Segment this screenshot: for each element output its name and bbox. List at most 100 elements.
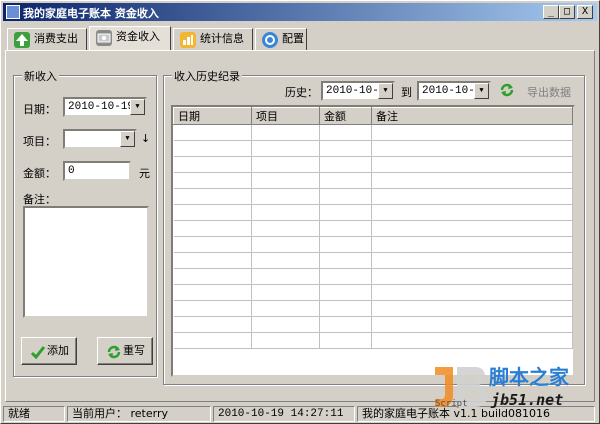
table-cell[interactable] — [251, 268, 320, 285]
tab-config[interactable]: 配置 — [255, 28, 307, 50]
table-row[interactable] — [173, 236, 573, 253]
table-cell[interactable] — [319, 220, 372, 237]
table-cell[interactable] — [319, 188, 372, 205]
note-label: 备注： — [23, 193, 56, 206]
minimize-button[interactable]: _ — [543, 5, 559, 19]
table-cell[interactable] — [173, 252, 252, 269]
table-cell[interactable] — [319, 172, 372, 189]
tab-income[interactable]: 资金收入 — [89, 26, 171, 50]
table-cell[interactable] — [319, 284, 372, 301]
table-cell[interactable] — [173, 204, 252, 221]
column-header-note[interactable]: 备注 — [371, 107, 573, 125]
table-cell[interactable] — [371, 316, 573, 333]
table-row[interactable] — [173, 284, 573, 301]
table-cell[interactable] — [371, 220, 573, 237]
table-cell[interactable] — [371, 204, 573, 221]
table-cell[interactable] — [319, 268, 372, 285]
table-cell[interactable] — [173, 284, 252, 301]
tab-statistics[interactable]: 统计信息 — [173, 28, 253, 50]
table-cell[interactable] — [371, 332, 573, 349]
amount-input[interactable]: 0 — [63, 161, 131, 181]
table-cell[interactable] — [251, 300, 320, 317]
table-cell[interactable] — [371, 140, 573, 157]
dropdown-arrow-icon[interactable]: ▼ — [474, 83, 489, 99]
history-table[interactable]: 日期 项目 金额 备注 — [171, 105, 575, 377]
table-cell[interactable] — [319, 156, 372, 173]
table-cell[interactable] — [319, 316, 372, 333]
tab-expense[interactable]: 消费支出 — [7, 28, 87, 50]
table-cell[interactable] — [371, 284, 573, 301]
table-row[interactable] — [173, 220, 573, 237]
column-header-date[interactable]: 日期 — [173, 107, 252, 125]
dropdown-arrow-icon[interactable]: ▼ — [120, 131, 135, 147]
title-bar[interactable]: 我的家庭电子账本 资金收入 _ □ X — [3, 3, 597, 21]
table-row[interactable] — [173, 252, 573, 269]
maximize-button[interactable]: □ — [559, 5, 575, 19]
table-cell[interactable] — [251, 220, 320, 237]
table-cell[interactable] — [173, 316, 252, 333]
dropdown-arrow-icon[interactable]: ▼ — [130, 99, 145, 115]
date-label: 日期： — [23, 103, 56, 116]
table-row[interactable] — [173, 140, 573, 157]
table-row[interactable] — [173, 316, 573, 333]
item-select[interactable]: ▼ — [63, 129, 137, 149]
note-textarea[interactable] — [23, 206, 149, 318]
table-row[interactable] — [173, 268, 573, 285]
table-cell[interactable] — [251, 284, 320, 301]
table-cell[interactable] — [319, 252, 372, 269]
column-header-amount[interactable]: 金额 — [319, 107, 372, 125]
table-cell[interactable] — [173, 156, 252, 173]
dropdown-arrow-icon[interactable]: ▼ — [378, 83, 393, 99]
table-cell[interactable] — [251, 332, 320, 349]
table-cell[interactable] — [251, 156, 320, 173]
table-cell[interactable] — [173, 332, 252, 349]
add-button[interactable]: 添加 — [21, 337, 77, 365]
table-cell[interactable] — [371, 252, 573, 269]
date-picker[interactable]: 2010-10-19 ▼ — [63, 97, 147, 117]
table-cell[interactable] — [371, 300, 573, 317]
table-cell[interactable] — [371, 188, 573, 205]
table-cell[interactable] — [173, 220, 252, 237]
table-header-row: 日期 项目 金额 备注 — [173, 107, 573, 125]
table-row[interactable] — [173, 188, 573, 205]
table-row[interactable] — [173, 172, 573, 189]
table-row[interactable] — [173, 124, 573, 141]
table-cell[interactable] — [319, 332, 372, 349]
column-header-item[interactable]: 项目 — [251, 107, 320, 125]
table-row[interactable] — [173, 300, 573, 317]
to-date-picker[interactable]: 2010-10-19 ▼ — [417, 81, 491, 101]
table-cell[interactable] — [251, 124, 320, 141]
from-date-picker[interactable]: 2010-10-01 ▼ — [321, 81, 395, 101]
table-cell[interactable] — [251, 140, 320, 157]
table-cell[interactable] — [251, 236, 320, 253]
table-cell[interactable] — [173, 188, 252, 205]
table-cell[interactable] — [251, 172, 320, 189]
table-cell[interactable] — [251, 188, 320, 205]
table-cell[interactable] — [319, 300, 372, 317]
table-cell[interactable] — [319, 124, 372, 141]
table-cell[interactable] — [251, 204, 320, 221]
close-button[interactable]: X — [577, 5, 593, 19]
refresh-icon[interactable] — [499, 82, 515, 98]
table-cell[interactable] — [319, 236, 372, 253]
table-cell[interactable] — [371, 268, 573, 285]
table-row[interactable] — [173, 332, 573, 349]
table-cell[interactable] — [173, 124, 252, 141]
table-cell[interactable] — [371, 172, 573, 189]
table-cell[interactable] — [173, 268, 252, 285]
table-row[interactable] — [173, 204, 573, 221]
table-cell[interactable] — [371, 156, 573, 173]
table-cell[interactable] — [251, 316, 320, 333]
table-cell[interactable] — [173, 140, 252, 157]
table-cell[interactable] — [319, 204, 372, 221]
table-cell[interactable] — [251, 252, 320, 269]
table-cell[interactable] — [173, 300, 252, 317]
reset-button[interactable]: 重写 — [97, 337, 153, 365]
table-cell[interactable] — [319, 140, 372, 157]
table-cell[interactable] — [173, 172, 252, 189]
table-cell[interactable] — [173, 236, 252, 253]
table-row[interactable] — [173, 156, 573, 173]
table-cell[interactable] — [371, 124, 573, 141]
table-cell[interactable] — [371, 236, 573, 253]
export-data-button[interactable]: 导出数据 — [527, 84, 571, 100]
